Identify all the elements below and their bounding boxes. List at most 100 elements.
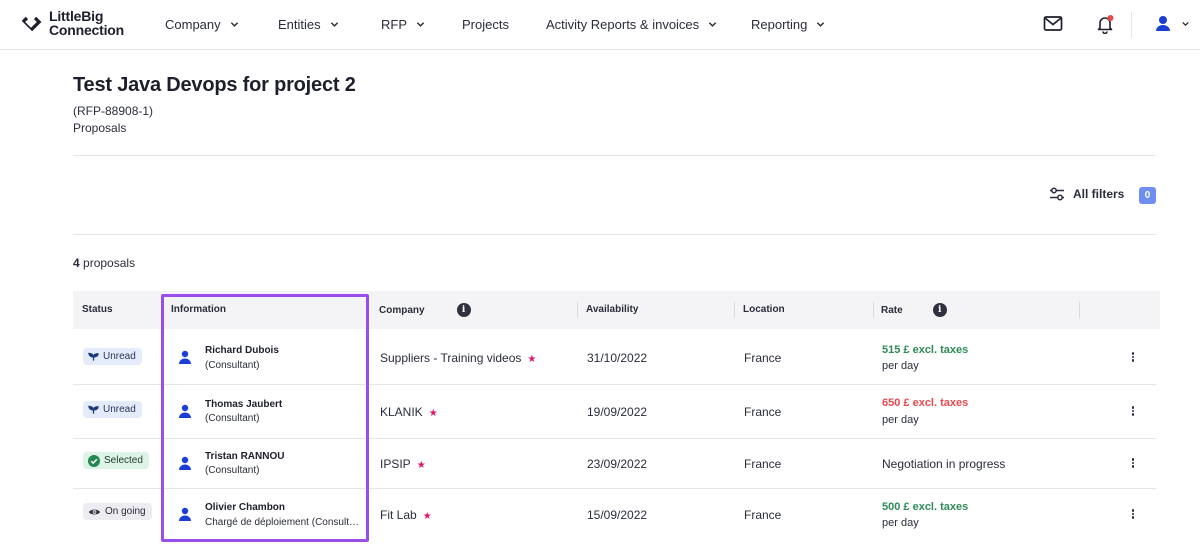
bell-icon[interactable] [1095, 14, 1115, 34]
more-options-icon[interactable] [1130, 508, 1136, 522]
nav-company-label: Company [165, 17, 221, 32]
sprout-icon [88, 352, 99, 361]
status-badge: Selected [83, 452, 149, 469]
app-logo[interactable]: LittleBig Connection [20, 9, 135, 41]
column-separator [734, 302, 735, 318]
header-availability-label: Availability [586, 304, 639, 315]
mail-icon[interactable] [1043, 15, 1063, 33]
table-row[interactable]: Unread Thomas Jaubert (Consultant) KLANI… [73, 385, 1156, 439]
status-badge: Unread [83, 401, 142, 418]
table-row[interactable]: Unread Richard Dubois (Consultant) Suppl… [73, 331, 1156, 385]
header-rate[interactable]: Rate i [881, 303, 947, 317]
rate-amount: 500 £ excl. taxes [882, 501, 969, 513]
status-badge: On going [83, 503, 152, 520]
status-label: Unread [103, 404, 136, 415]
availability-date: 19/09/2022 [587, 405, 648, 419]
more-options-icon[interactable] [1130, 457, 1136, 471]
consultant-name[interactable]: Tristan RANNOU [205, 451, 284, 462]
nav-entities[interactable]: Entities [278, 17, 339, 32]
more-options-icon[interactable] [1130, 405, 1136, 419]
consultant-role: Chargé de déploiement (Consultant) [205, 517, 360, 528]
status-label: On going [105, 506, 146, 517]
consultant-role: (Consultant) [205, 413, 260, 424]
logo-line-2: Connection [49, 22, 124, 38]
column-separator [873, 302, 874, 318]
logo-mark-icon [21, 16, 42, 32]
company-cell: KLANIK ★ [380, 405, 438, 419]
star-icon: ★ [422, 511, 432, 522]
rate-amount: 650 £ excl. taxes [882, 397, 969, 409]
table-header: Status Information Company i Availabilit… [73, 291, 1160, 329]
rate-amount: 515 £ excl. taxes [882, 344, 969, 356]
info-icon[interactable]: i [932, 303, 947, 317]
all-filters-button[interactable]: All filters [1049, 187, 1124, 201]
company-cell: Fit Lab ★ [380, 508, 432, 522]
nav-entities-label: Entities [278, 17, 321, 32]
more-options-icon[interactable] [1130, 351, 1136, 365]
nav-projects[interactable]: Projects [462, 17, 509, 32]
consultant-name[interactable]: Olivier Chambon [205, 502, 285, 513]
table-row[interactable]: On going Olivier Chambon Chargé de déplo… [73, 489, 1156, 543]
header-status[interactable]: Status [82, 304, 113, 315]
eye-icon [88, 509, 101, 514]
page-title: Test Java Devops for project 2 [73, 74, 356, 96]
nav-activity-reports-label: Activity Reports & invoices [546, 17, 700, 32]
proposals-count-number: 4 [73, 256, 80, 270]
nav-company[interactable]: Company [165, 17, 239, 32]
nav-rfp[interactable]: RFP [381, 17, 425, 32]
location-value: France [744, 508, 782, 522]
header-information-label: Information [171, 304, 226, 315]
header-rate-label: Rate [881, 304, 903, 316]
header-divider [73, 155, 1156, 156]
user-avatar-icon[interactable] [1155, 15, 1171, 32]
location-value: France [744, 405, 782, 419]
nav-rfp-label: RFP [381, 17, 407, 32]
person-icon [179, 507, 191, 521]
location-value: France [744, 457, 782, 471]
person-icon [179, 404, 191, 418]
info-icon[interactable]: i [456, 303, 471, 317]
rfp-reference: (RFP-88908-1) [73, 104, 154, 118]
status-label: Unread [103, 351, 136, 362]
filter-count-badge: 0 [1139, 187, 1156, 204]
nav-reporting-label: Reporting [751, 17, 808, 32]
logo-line-1: LittleBig [49, 8, 104, 24]
consultant-role: (Consultant) [205, 465, 260, 476]
header-location-label: Location [743, 304, 785, 315]
nav-divider [1131, 12, 1132, 38]
star-icon: ★ [416, 460, 426, 471]
person-icon [179, 456, 191, 470]
column-separator [577, 302, 578, 318]
header-information[interactable]: Information [171, 304, 226, 315]
chevron-down-icon [416, 22, 425, 27]
top-navigation: LittleBig Connection Company Entities RF… [0, 0, 1200, 50]
star-icon: ★ [527, 354, 537, 365]
header-availability[interactable]: Availability [586, 304, 638, 315]
filters-divider [73, 234, 1156, 235]
person-icon [179, 350, 191, 364]
proposals-count: 4 proposals [73, 256, 135, 270]
nav-activity-reports[interactable]: Activity Reports & invoices [546, 17, 717, 32]
company-name[interactable]: Suppliers - Training videos [380, 351, 521, 365]
availability-date: 23/09/2022 [587, 457, 648, 471]
header-company[interactable]: Company i [379, 303, 471, 317]
chevron-down-icon[interactable] [1181, 20, 1190, 28]
rate-unit: per day [882, 517, 919, 529]
company-name[interactable]: KLANIK [380, 405, 423, 419]
header-location[interactable]: Location [743, 304, 785, 315]
company-name[interactable]: Fit Lab [380, 508, 417, 522]
sprout-icon [88, 405, 99, 414]
availability-date: 31/10/2022 [587, 351, 648, 365]
consultant-role: (Consultant) [205, 360, 260, 371]
sliders-icon [1050, 187, 1064, 201]
logo-text: LittleBig Connection [49, 9, 124, 37]
chevron-down-icon [709, 22, 717, 27]
check-circle-icon [88, 454, 100, 467]
nav-reporting[interactable]: Reporting [751, 17, 825, 32]
consultant-name[interactable]: Richard Dubois [205, 345, 279, 356]
availability-date: 15/09/2022 [587, 508, 648, 522]
chevron-down-icon [817, 22, 825, 27]
consultant-name[interactable]: Thomas Jaubert [205, 399, 282, 410]
company-name[interactable]: IPSIP [380, 457, 411, 471]
table-row[interactable]: Selected Tristan RANNOU (Consultant) IPS… [73, 439, 1156, 489]
